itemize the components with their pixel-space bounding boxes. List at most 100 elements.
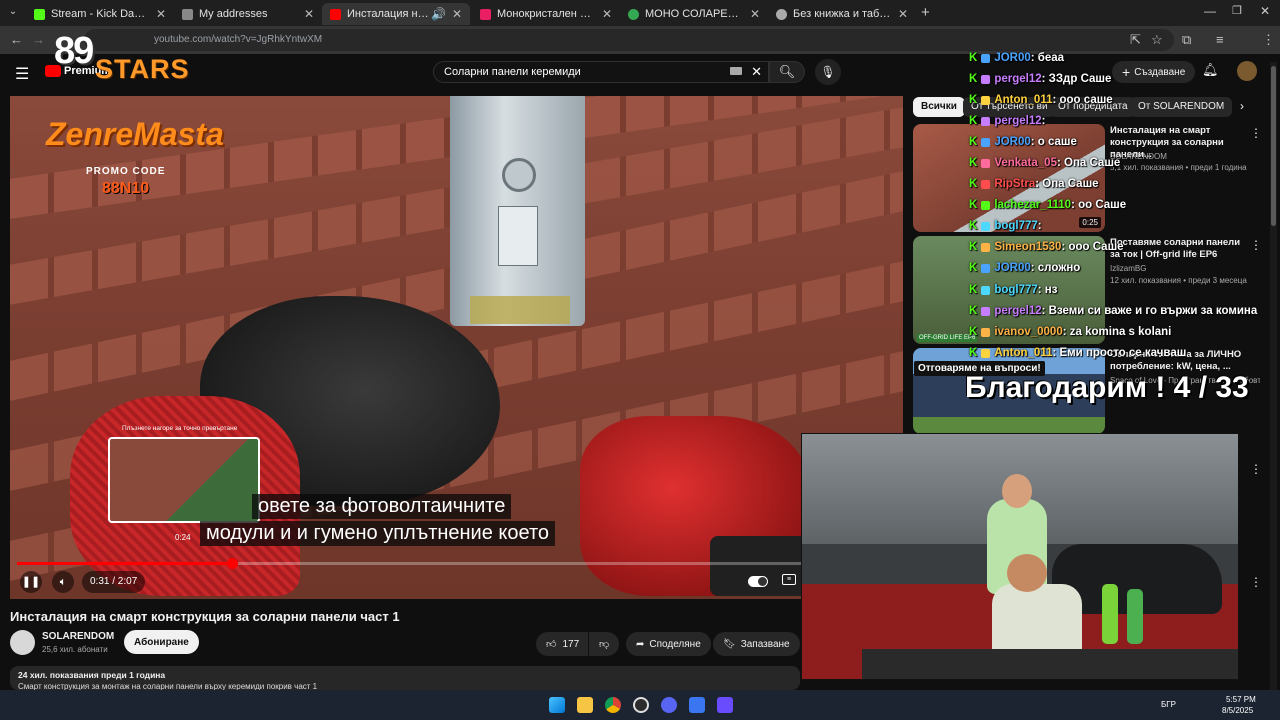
chat-username[interactable]: JOR00 xyxy=(994,52,1030,64)
search-button[interactable]: 🔍︎ xyxy=(769,61,805,83)
maximize-icon[interactable]: ❐ xyxy=(1232,4,1242,17)
like-button[interactable]: 👍︎ 177 xyxy=(536,632,588,656)
address-bar[interactable]: youtube.com/watch?v=JgRhkYntwXM xyxy=(84,29,1174,51)
chat-username[interactable]: RipStra xyxy=(994,178,1035,190)
windows-start-icon[interactable] xyxy=(549,697,565,713)
back-icon[interactable]: ← xyxy=(10,32,23,47)
sponsor-logo: ZenreMasta xyxy=(46,116,224,152)
obs-icon[interactable] xyxy=(633,697,649,713)
menu-kebab-icon[interactable]: ⋮ xyxy=(1262,32,1275,48)
minimize-icon[interactable]: — xyxy=(1204,4,1216,18)
chrome-icon[interactable] xyxy=(605,697,621,713)
subscriber-count: 25,6 хил. абонати xyxy=(42,645,108,654)
forward-icon[interactable]: → xyxy=(32,32,45,47)
progress-scrubber-handle[interactable] xyxy=(226,558,238,569)
kick-icon xyxy=(34,8,45,20)
description-box[interactable]: 24 хил. показвания преди 1 година Смарт … xyxy=(10,666,800,690)
chat-username[interactable]: lachezar_1110 xyxy=(994,199,1071,211)
promo-code-value: 88N10 xyxy=(102,180,150,197)
channel-avatar[interactable] xyxy=(10,630,35,655)
tab-search-icon[interactable]: ⌄ xyxy=(6,6,20,20)
channel-name[interactable]: SOLARENDOM xyxy=(42,631,114,642)
progress-bar[interactable] xyxy=(17,558,894,569)
hamburger-menu-icon[interactable]: ☰ xyxy=(15,64,29,84)
save-button[interactable]: 🔖︎ Запазване xyxy=(713,632,800,656)
share-button[interactable]: ➦ Споделяне xyxy=(626,632,711,656)
chat-username[interactable]: Anton_011 xyxy=(994,94,1052,106)
volume-button[interactable]: 🔈︎ xyxy=(52,571,74,593)
account-avatar[interactable] xyxy=(1237,61,1257,81)
autoplay-toggle[interactable] xyxy=(748,576,768,587)
video-title: Инсталация на смарт конструкция за солар… xyxy=(10,609,400,624)
chat-username[interactable]: JOR00 xyxy=(994,136,1030,148)
kick-badge-icon: K xyxy=(969,284,978,296)
chat-badge-icon xyxy=(981,200,991,210)
video-player[interactable]: ZenreMasta PROMO CODE 88N10 Плъзнете наг… xyxy=(10,96,903,599)
chat-username[interactable]: ivanov_0000 xyxy=(994,326,1062,338)
scrollbar-thumb[interactable] xyxy=(1271,66,1276,226)
close-tab-icon[interactable]: ✕ xyxy=(452,7,462,21)
chat-badge-icon xyxy=(981,116,991,126)
new-tab-icon[interactable]: + xyxy=(921,4,930,21)
dislike-button[interactable]: 👎︎ xyxy=(589,632,619,656)
install-icon[interactable]: ⇱ xyxy=(1130,32,1141,48)
chat-username[interactable]: Venkata_05 xyxy=(994,157,1057,169)
chips-next-icon[interactable]: › xyxy=(1240,99,1244,113)
tab-my-addresses[interactable]: My addresses ✕ xyxy=(174,3,322,25)
keyboard-language[interactable]: БГР xyxy=(1161,700,1176,709)
voice-search-button[interactable]: 🎙︎ xyxy=(815,59,841,85)
bookmark-star-icon[interactable]: ☆ xyxy=(1151,32,1163,48)
tab-no-license[interactable]: Без книжка и табели ✕ xyxy=(768,3,916,25)
chip-all[interactable]: Всички xyxy=(913,97,965,117)
more-options-icon[interactable]: ⋮ xyxy=(1250,575,1262,589)
tab-mono-panel[interactable]: МОНО СОЛАРЕН ПАНЕЛ 580V ✕ xyxy=(620,3,768,25)
chat-username[interactable]: bogl777 xyxy=(994,284,1037,296)
app-icon[interactable] xyxy=(689,697,705,713)
tab-kick-dashboard[interactable]: Stream - Kick Dashboard ✕ xyxy=(26,3,174,25)
tab-youtube-active[interactable]: Инсталация на смарт конс 🔊 ✕ xyxy=(322,3,470,25)
search-input[interactable]: Соларни панели керемиди ✕ xyxy=(433,61,769,83)
chat-username[interactable]: Anton_011 xyxy=(994,347,1052,359)
subscribe-button[interactable]: Абониране xyxy=(124,630,199,654)
close-tab-icon[interactable]: ✕ xyxy=(898,7,908,21)
close-tab-icon[interactable]: ✕ xyxy=(602,7,612,21)
scrollbar[interactable] xyxy=(1270,62,1277,690)
recommendation-meta: 5,1 хил. показвания • преди 1 година xyxy=(1110,163,1247,172)
chip-from-channel[interactable]: От SOLARENDOM xyxy=(1130,97,1233,117)
discord-icon[interactable] xyxy=(661,697,677,713)
thanks-goal-banner: Благодарим ! 4 / 33 xyxy=(965,371,1249,404)
media-icon[interactable]: ≡ xyxy=(1216,32,1224,47)
audio-icon[interactable]: 🔊 xyxy=(431,7,446,21)
close-tab-icon[interactable]: ✕ xyxy=(156,7,166,21)
create-button[interactable]: + Създаване xyxy=(1112,61,1196,83)
browser-toolbar: ← → youtube.com/watch?v=JgRhkYntwXM ⇱ ☆ … xyxy=(0,26,1280,72)
close-window-icon[interactable]: ✕ xyxy=(1260,4,1270,18)
chat-username[interactable]: bogl777 xyxy=(994,220,1037,232)
page-icon xyxy=(182,8,193,20)
chat-badge-icon xyxy=(981,137,991,147)
close-tab-icon[interactable]: ✕ xyxy=(304,7,314,21)
notifications-bell-icon[interactable]: 🔔︎ xyxy=(1202,62,1219,78)
chat-message: Kbogl777: нз xyxy=(969,282,1057,298)
progress-fill xyxy=(17,562,232,565)
pause-button[interactable]: ❚❚ xyxy=(20,571,42,593)
close-tab-icon[interactable]: ✕ xyxy=(750,7,760,21)
chat-username[interactable]: JOR00 xyxy=(994,262,1030,274)
file-explorer-icon[interactable] xyxy=(577,697,593,713)
chat-username[interactable]: Simeon1530 xyxy=(994,241,1061,253)
chat-username[interactable]: pergel12 xyxy=(994,305,1041,317)
subtitles-icon[interactable]: ≡ xyxy=(782,574,796,585)
kick-badge-icon: K xyxy=(969,305,978,317)
chat-username[interactable]: pergel12 xyxy=(994,115,1041,127)
tab-solar-panel[interactable]: Монокристален соларен пане ✕ xyxy=(472,3,620,25)
recommendation-title[interactable]: Поставяме соларни панели за ток | Off-gr… xyxy=(1110,237,1250,261)
kick-badge-icon: K xyxy=(969,262,978,274)
more-options-icon[interactable]: ⋮ xyxy=(1250,238,1262,252)
app-grid-icon[interactable] xyxy=(717,697,733,713)
more-options-icon[interactable]: ⋮ xyxy=(1250,462,1262,476)
more-options-icon[interactable]: ⋮ xyxy=(1250,126,1262,140)
chat-username[interactable]: pergel12 xyxy=(994,73,1041,85)
clear-search-icon[interactable]: ✕ xyxy=(751,64,762,80)
extensions-icon[interactable]: ⧉ xyxy=(1182,32,1191,48)
keyboard-icon[interactable] xyxy=(730,67,742,75)
